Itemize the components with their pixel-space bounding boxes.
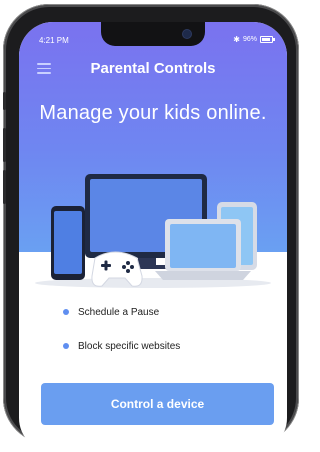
volume-down-button: [3, 170, 6, 204]
bullet-icon: [63, 309, 69, 315]
hero-headline: Manage your kids online.: [39, 102, 267, 124]
feature-label: Schedule a Pause: [78, 306, 160, 318]
bluetooth-icon: ✱: [233, 35, 240, 44]
list-item: Block specific websites: [63, 338, 180, 354]
devices-illustration: [35, 174, 271, 288]
silent-switch: [3, 92, 6, 110]
status-time: 4:21 PM: [39, 36, 69, 45]
page-title: Parental Controls: [90, 60, 216, 77]
volume-up-button: [3, 128, 6, 162]
bullet-icon: [63, 343, 69, 349]
battery-percent: 96%: [242, 36, 257, 43]
list-item: Schedule a Pause: [63, 304, 180, 320]
feature-label: Block specific websites: [78, 340, 181, 352]
control-device-button[interactable]: Control a device: [41, 383, 274, 425]
feature-list: Schedule a Pause Block specific websites: [63, 304, 180, 372]
status-indicators: ✱ 96%: [233, 35, 275, 44]
phone-frame: 4:21 PM ✱ 96% Parental Controls Manage y…: [3, 4, 299, 452]
battery-icon: [260, 36, 275, 43]
camera-icon: [183, 30, 191, 38]
app-screen: 4:21 PM ✱ 96% Parental Controls Manage y…: [19, 22, 287, 452]
